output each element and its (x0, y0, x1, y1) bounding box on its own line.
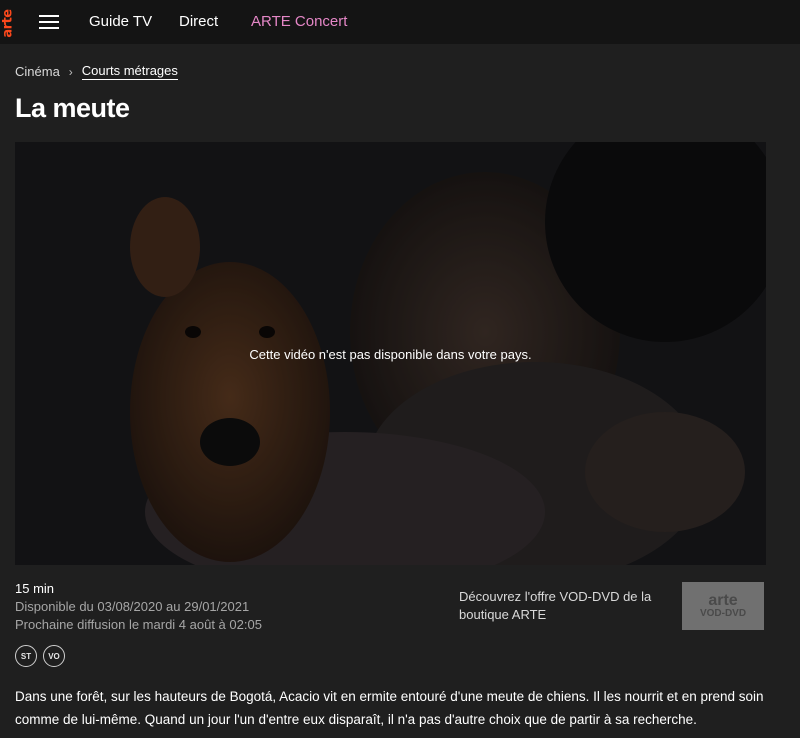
arte-vod-dvd-logo[interactable]: arte VOD-DVD (682, 582, 764, 630)
arte-logo[interactable]: arte (0, 6, 16, 40)
top-navigation: arte Guide TV Direct ARTE Concert (0, 0, 800, 44)
logo-text: arte (0, 8, 16, 38)
synopsis: Dans une forêt, sur les hauteurs de Bogo… (15, 689, 764, 727)
original-version-badge: VO (43, 645, 65, 667)
vod-dvd-offer-link[interactable]: Découvrez l'offre VOD-DVD de la boutique… (459, 588, 664, 624)
vod-logo-brand: arte (708, 591, 738, 609)
duration: 15 min (15, 581, 55, 596)
breadcrumb-cinema[interactable]: Cinéma (15, 64, 60, 79)
video-unavailable-message: Cette vidéo n'est pas disponible dans vo… (249, 347, 532, 362)
subtitles-badge: ST (15, 645, 37, 667)
nav-direct[interactable]: Direct (179, 13, 218, 30)
nav-guide-tv[interactable]: Guide TV (89, 13, 152, 30)
hamburger-icon[interactable] (39, 15, 59, 29)
chevron-right-icon: › (68, 64, 73, 79)
video-player[interactable]: Cette vidéo n'est pas disponible dans vo… (15, 142, 766, 565)
next-broadcast: Prochaine diffusion le mardi 4 août à 02… (15, 617, 262, 632)
subtitle-badges: ST VO (15, 645, 65, 667)
nav-arte-concert[interactable]: ARTE Concert (251, 13, 347, 30)
breadcrumb: Cinéma › Courts métrages (15, 63, 178, 80)
vod-logo-sub: VOD-DVD (699, 607, 747, 619)
availability-dates: Disponible du 03/08/2020 au 29/01/2021 (15, 599, 250, 614)
program-meta: 15 min Disponible du 03/08/2020 au 29/01… (15, 580, 262, 634)
page-title: La meute (15, 93, 130, 123)
breadcrumb-courts-metrages[interactable]: Courts métrages (81, 63, 178, 80)
